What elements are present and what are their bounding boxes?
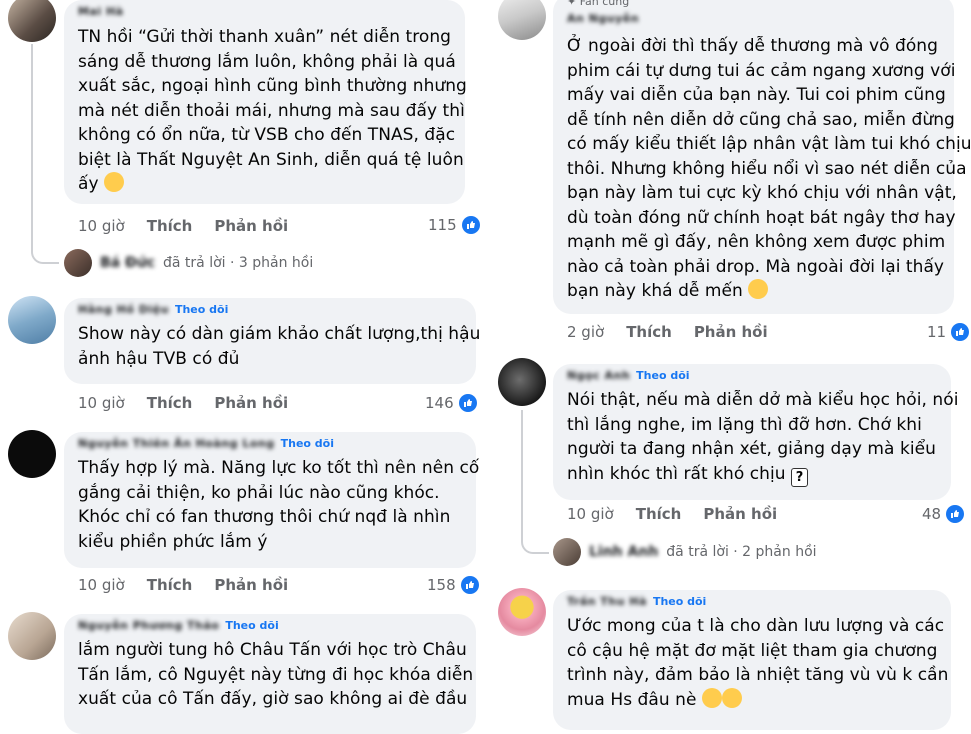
comment-author[interactable]: Mai Hà	[78, 5, 124, 19]
like-button[interactable]: Thích	[147, 217, 193, 235]
like-icon	[951, 323, 970, 341]
comment-bubble: Trần Thu Hà Theo dõi Ước mong của t là ch…	[553, 590, 951, 730]
avatar[interactable]	[498, 0, 546, 40]
comment-time[interactable]: 2 giờ	[567, 323, 604, 341]
comment-bubble: Hằng Hồ Diệu Theo dõi Show này có dàn giá…	[64, 298, 481, 384]
follow-button[interactable]: Theo dõi	[225, 619, 278, 632]
reply-button[interactable]: Phản hồi	[694, 323, 768, 341]
comment-text: Show này có dàn giám khảo chất lượng,thị…	[78, 324, 481, 369]
comment-text: lắm người tung hô Châu Tấn với học trò C…	[78, 640, 474, 709]
like-button[interactable]: Thích	[626, 323, 672, 341]
reaction-count[interactable]: 48	[922, 505, 965, 523]
comment-text: Thấy hợp lý mà. Năng lực ko tốt thì nên …	[78, 458, 480, 552]
thread-line	[521, 410, 549, 554]
like-button[interactable]: Thích	[636, 505, 682, 523]
follow-button[interactable]: Theo dõi	[636, 369, 689, 382]
follow-button[interactable]: Theo dõi	[281, 437, 334, 450]
comment-text: Ước mong của t là cho dàn lưu lượng và c…	[567, 616, 949, 710]
comment-bubble: Mai Hà TN hồi “Gửi thời thanh xuân” nét …	[64, 0, 467, 204]
follow-button[interactable]: Theo dõi	[175, 303, 228, 316]
comment-author[interactable]: Nguyễn Phương Thảo Theo dõi	[78, 619, 279, 633]
reply-button[interactable]: Phản hồi	[214, 394, 288, 412]
comment-author[interactable]: An Nguyễn	[567, 12, 639, 26]
fan-badge: ✦ Fan cứng	[567, 0, 630, 8]
comment-actions: 10 giờ Thích Phản hồi	[78, 394, 310, 412]
comment-text: Nói thật, nếu mà diễn dở mà kiểu học hỏi…	[567, 390, 959, 487]
comment-bubble: ✦ Fan cứng An Nguyễn Ở ngoài đời thì thấ…	[553, 0, 971, 314]
like-icon	[946, 505, 965, 523]
comment-actions: 10 giờ Thích Phản hồi	[567, 505, 799, 523]
avatar	[64, 249, 92, 277]
avatar[interactable]	[8, 612, 56, 660]
comment-bubble: Nguyễn Thiên Ân Hoàng Long Theo dõi Thấy …	[64, 432, 480, 568]
follow-button[interactable]: Theo dõi	[653, 595, 706, 608]
reaction-count[interactable]: 146	[425, 394, 477, 412]
comment-actions: 10 giờ Thích Phản hồi	[78, 576, 310, 594]
comment-author[interactable]: Hằng Hồ Diệu Theo dõi	[78, 303, 228, 317]
avatar[interactable]	[498, 588, 546, 636]
thread-line	[31, 44, 59, 264]
emoji-icon	[748, 279, 769, 299]
emoji-icon	[701, 687, 722, 708]
avatar[interactable]	[8, 296, 56, 344]
reply-button[interactable]: Phản hồi	[214, 576, 288, 594]
reaction-count[interactable]: 11	[927, 323, 970, 341]
reaction-count[interactable]: 158	[427, 576, 479, 594]
comment-actions: 2 giờ Thích Phản hồi	[567, 323, 790, 341]
reply-button[interactable]: Phản hồi	[214, 217, 288, 235]
avatar[interactable]	[8, 0, 56, 42]
comment-author[interactable]: Ngọc Anh Theo dõi	[567, 369, 690, 383]
comment-author[interactable]: Trần Thu Hà Theo dõi	[567, 595, 706, 609]
like-button[interactable]: Thích	[147, 576, 193, 594]
comment-bubble: Ngọc Anh Theo dõi Nói thật, nếu mà diễn d…	[553, 364, 959, 500]
avatar[interactable]	[8, 430, 56, 478]
view-replies[interactable]: Linh Anh đã trả lời · 2 phản hồi	[553, 538, 817, 566]
emoji-icon	[721, 687, 742, 708]
view-replies[interactable]: Bá Đức đã trả lời · 3 phản hồi	[64, 249, 313, 277]
emoji-icon	[104, 172, 125, 192]
comment-time[interactable]: 10 giờ	[78, 394, 125, 412]
reply-button[interactable]: Phản hồi	[703, 505, 777, 523]
like-button[interactable]: Thích	[147, 394, 193, 412]
comment-time[interactable]: 10 giờ	[78, 576, 125, 594]
avatar	[553, 538, 581, 566]
comment-time[interactable]: 10 giờ	[567, 505, 614, 523]
comment-text: Ở ngoài đời thì thấy dễ thương mà vô đón…	[567, 36, 971, 301]
like-icon	[460, 576, 479, 594]
like-icon	[458, 394, 477, 412]
comment-bubble: Nguyễn Phương Thảo Theo dõi lắm người tun…	[64, 614, 476, 734]
reaction-count[interactable]: 115	[428, 216, 480, 234]
comment-author[interactable]: Nguyễn Thiên Ân Hoàng Long Theo dõi	[78, 437, 334, 451]
comment-text: TN hồi “Gửi thời thanh xuân” nét diễn tr…	[78, 27, 467, 194]
question-box-icon: ?	[791, 467, 809, 487]
like-icon	[461, 216, 480, 234]
comment-time[interactable]: 10 giờ	[78, 217, 125, 235]
comment-actions: 10 giờ Thích Phản hồi	[78, 217, 310, 235]
avatar[interactable]	[498, 358, 546, 406]
